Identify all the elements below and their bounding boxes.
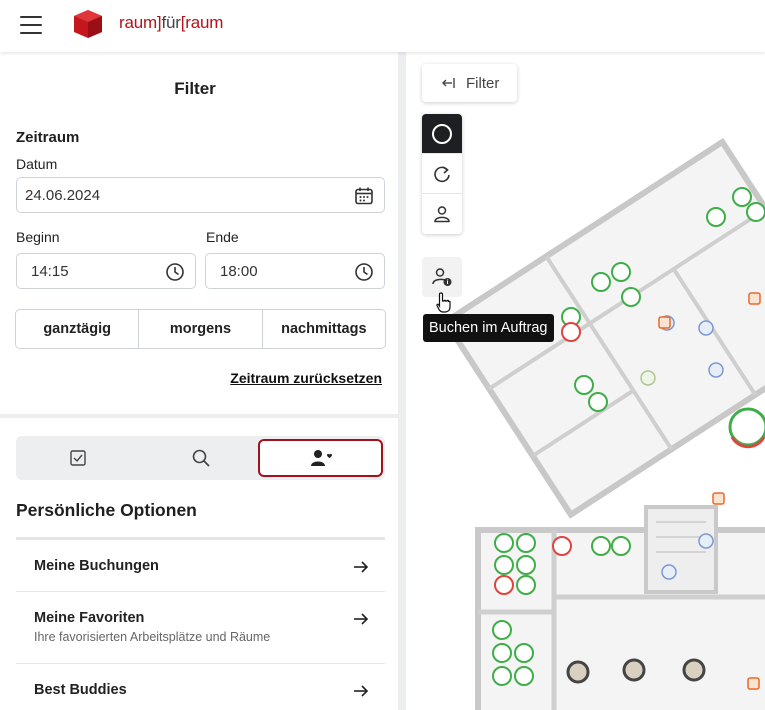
floor-plan-map[interactable]: Filter Buchen im Auftrag — [406, 52, 765, 710]
tab-search[interactable] — [139, 436, 262, 480]
top-bar: raum]für[raum — [0, 0, 765, 52]
user-icon — [434, 206, 450, 223]
list-item-subtitle: Ihre favorisierten Arbeitsplätze und Räu… — [34, 630, 271, 644]
preset-ganztaegig-button[interactable]: ganztägig — [16, 310, 140, 348]
option-tabs — [16, 436, 385, 480]
list-item-meine-buchungen[interactable]: Meine Buchungen — [16, 540, 385, 592]
person-heart-icon — [310, 450, 332, 466]
preset-morgens-button[interactable]: morgens — [139, 310, 263, 348]
list-item-title: Meine Favoriten — [34, 610, 145, 626]
beginn-value: 14:15 — [31, 262, 69, 280]
logo-cube-icon — [74, 10, 102, 38]
book-on-behalf-button[interactable] — [422, 257, 462, 297]
ende-label: Ende — [206, 229, 239, 245]
user-button[interactable] — [422, 194, 462, 234]
tooltip: Buchen im Auftrag — [423, 314, 554, 342]
circle-icon — [432, 123, 452, 144]
hand-cursor-icon — [436, 292, 451, 313]
collapse-left-icon — [442, 78, 455, 88]
personal-options-list: Meine Buchungen Meine Favoriten Ihre fav… — [16, 537, 385, 710]
map-filter-label: Filter — [466, 74, 500, 92]
refresh-icon — [434, 165, 450, 182]
filter-panel: Filter Zeitraum Datum 24.06.2024 Beginn … — [0, 52, 398, 710]
list-item-title: Best Buddies — [34, 682, 127, 698]
user-info-icon — [432, 268, 452, 286]
list-item-best-buddies[interactable]: Best Buddies — [16, 664, 385, 710]
datum-field[interactable]: 24.06.2024 — [16, 177, 385, 213]
arrow-right-icon — [354, 685, 369, 697]
beginn-label: Beginn — [16, 229, 60, 245]
panel-title: Filter — [174, 79, 216, 98]
search-icon — [192, 449, 210, 467]
zeitraum-heading: Zeitraum — [16, 129, 80, 146]
list-item-meine-favoriten[interactable]: Meine Favoriten Ihre favorisierten Arbei… — [16, 592, 385, 664]
list-item-title: Meine Buchungen — [34, 558, 159, 574]
refresh-button[interactable] — [422, 154, 462, 194]
ende-field[interactable]: 18:00 — [205, 253, 385, 289]
circle-tool-button[interactable] — [422, 114, 462, 154]
beginn-field[interactable]: 14:15 — [16, 253, 196, 289]
arrow-right-icon — [354, 561, 369, 573]
time-preset-group: ganztägig morgens nachmittags — [15, 309, 386, 349]
arrow-right-icon — [354, 613, 369, 625]
clock-icon[interactable] — [165, 262, 185, 282]
datum-value: 24.06.2024 — [25, 186, 101, 204]
map-filter-button[interactable]: Filter — [422, 64, 517, 102]
clock-icon[interactable] — [354, 262, 374, 282]
ende-value: 18:00 — [220, 262, 258, 280]
panel-divider[interactable] — [398, 52, 406, 710]
map-tool-stack — [422, 114, 462, 234]
menu-icon[interactable] — [20, 16, 42, 36]
datum-label: Datum — [16, 156, 58, 172]
checkbox-icon — [69, 450, 86, 466]
tab-personal[interactable] — [258, 439, 383, 477]
section-divider — [0, 414, 398, 418]
tab-checklist[interactable] — [16, 436, 139, 480]
preset-nachmittags-button[interactable]: nachmittags — [263, 310, 385, 348]
calendar-icon[interactable] — [354, 186, 374, 206]
personal-options-title: Persönliche Optionen — [16, 500, 197, 520]
reset-zeitraum-link[interactable]: Zeitraum zurücksetzen — [230, 370, 382, 386]
logo-text[interactable]: raum]für[raum — [119, 13, 223, 33]
